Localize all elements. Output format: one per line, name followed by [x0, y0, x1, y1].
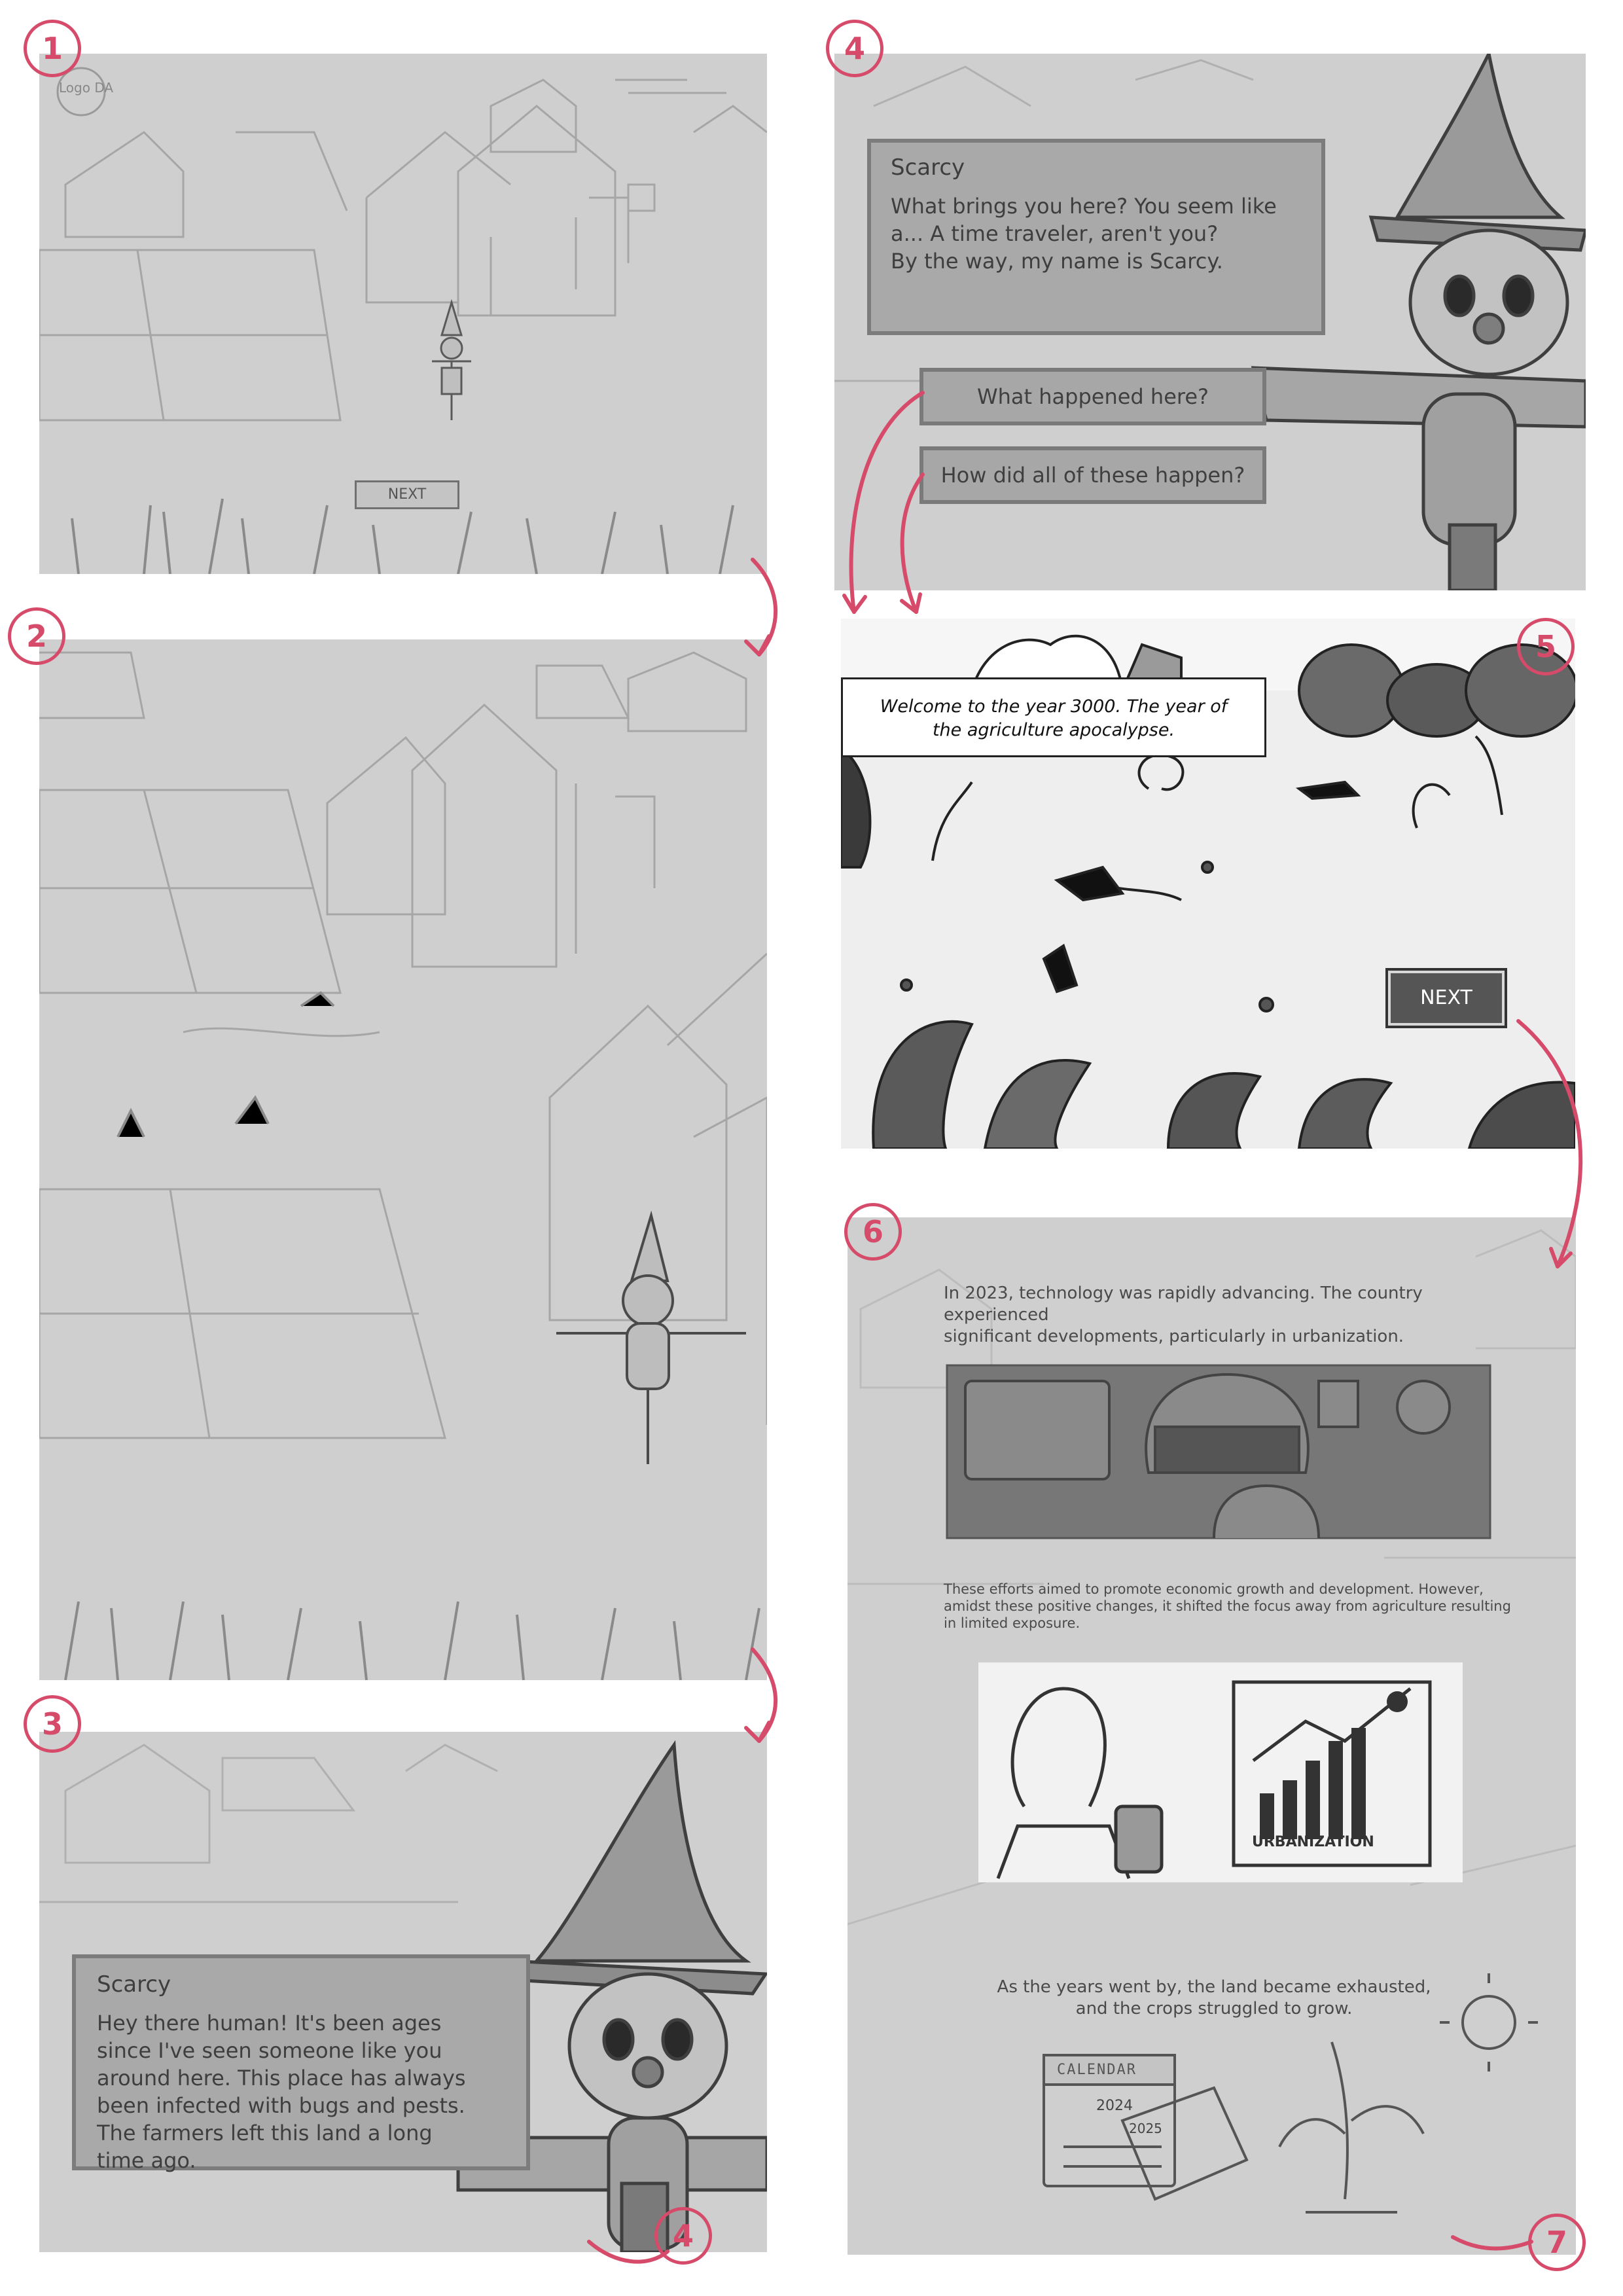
panel-2-farm-zoom [39, 639, 767, 1680]
panel-5-apocalypse-scene: Welcome to the year 3000. The year of th… [841, 619, 1575, 1149]
paragraph-3: As the years went by, the land became ex… [997, 1977, 1431, 2018]
step-number-6: 6 [844, 1203, 902, 1261]
scarecrow-small-figure [432, 298, 471, 420]
dialog-box: Scarcy What brings you here? You seem li… [867, 139, 1325, 335]
speaker-name: Scarcy [97, 1971, 171, 1998]
step-number-3: 3 [24, 1695, 81, 1753]
dialog-box: Scarcy Hey there human! It's been ages s… [72, 1954, 530, 2173]
panel-4-scarecrow-question: Scarcy What brings you here? You seem li… [834, 54, 1586, 590]
logo-text: Logo DA [59, 80, 114, 96]
next-button[interactable]: NEXT [1385, 968, 1507, 1028]
dialog-text: What brings you here? You seem like a...… [891, 194, 1277, 274]
panel-3-scarecrow-greeting: Scarcy Hey there human! It's been ages s… [39, 1732, 767, 2252]
urbanization-illustration [978, 1662, 1463, 1882]
panel-6-backstory: In 2023, technology was rapidly advancin… [847, 1217, 1576, 2255]
calendar-year-2024: 2024 [1096, 2098, 1133, 2114]
paragraph-1: In 2023, technology was rapidly advancin… [944, 1283, 1423, 1346]
technology-illustration [946, 1364, 1491, 1539]
step-number-7-next: 7 [1528, 2214, 1586, 2271]
step-number-5: 5 [1517, 618, 1575, 675]
step-number-4-next: 4 [654, 2207, 712, 2265]
scarecrow-medium-figure [556, 1210, 746, 1464]
choice-how-did-it-happen[interactable]: How did all of these happen? [919, 446, 1266, 504]
step-number-1: 1 [24, 20, 81, 77]
calendar-label: CALENDAR [1057, 2062, 1137, 2078]
dying-plant-illustration [1278, 2041, 1425, 2214]
narration-caption: Welcome to the year 3000. The year of th… [841, 677, 1266, 757]
paragraph-2: These efforts aimed to promote economic … [944, 1581, 1511, 1631]
step-number-4: 4 [826, 20, 883, 77]
urbanization-label: URBANIZATION [1252, 1834, 1374, 1850]
next-button[interactable]: NEXT [355, 480, 459, 509]
choice-what-happened[interactable]: What happened here? [919, 368, 1266, 425]
step-number-2: 2 [8, 607, 65, 665]
backstory-background [847, 1229, 1576, 2214]
panel-1-farm-overview: Logo DA NEXT [39, 54, 767, 574]
sun-icon [1440, 1973, 1538, 2072]
farm-sketch-zoom-background [39, 651, 767, 1680]
calendar-year-2025: 2025 [1129, 2121, 1162, 2136]
dialog-text: Hey there human! It's been ages since I'… [97, 2011, 466, 2173]
speaker-name: Scarcy [891, 154, 965, 181]
